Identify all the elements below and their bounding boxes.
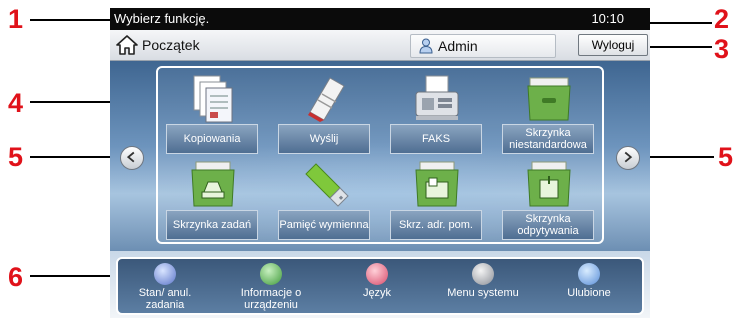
fax-icon xyxy=(415,75,459,120)
send-icon xyxy=(308,77,345,122)
polling-box-icon xyxy=(527,161,571,207)
usb-memory-icon xyxy=(305,163,349,207)
callout-line-5-right xyxy=(650,156,714,158)
callout-line-3 xyxy=(646,46,712,48)
language-icon xyxy=(366,263,388,285)
function-custom-box[interactable]: Skrzynka niestandardowa xyxy=(496,70,602,156)
function-panel: Kopiowania Wyślij FAKS Skrzynka niestand… xyxy=(156,66,604,244)
status-message: Wybierz funkcję. xyxy=(114,11,210,26)
status-time: 10:10 xyxy=(591,11,624,26)
header-bar: Początek Admin Wyloguj xyxy=(110,30,650,61)
device-info-icon xyxy=(260,263,282,285)
quick-language[interactable]: Język xyxy=(332,263,422,317)
scroll-right-button[interactable] xyxy=(616,146,640,170)
scroll-left-button[interactable] xyxy=(120,146,144,170)
user-icon xyxy=(419,38,433,54)
quick-label: Stan/ anul. zadania xyxy=(138,287,192,311)
callout-1: 1 xyxy=(8,4,24,34)
copy-icon xyxy=(193,75,233,123)
function-subaddress-box[interactable]: Skrz. adr. pom. xyxy=(384,156,490,242)
main-area: Kopiowania Wyślij FAKS Skrzynka niestand… xyxy=(110,61,650,251)
quick-bar: Stan/ anul. zadania Informacje o urządze… xyxy=(116,257,644,315)
function-copy[interactable]: Kopiowania xyxy=(160,70,266,156)
function-label: Skrzynka odpytywania xyxy=(502,210,594,240)
status-bar: Wybierz funkcję. 10:10 xyxy=(110,8,650,30)
function-label: FAKS xyxy=(390,124,482,154)
callout-line-6 xyxy=(30,275,120,277)
quick-device-info[interactable]: Informacje o urządzeniu xyxy=(226,263,316,317)
function-send[interactable]: Wyślij xyxy=(272,70,378,156)
home-icon xyxy=(116,35,138,55)
job-box-icon xyxy=(191,161,235,207)
login-user-display: Admin xyxy=(410,34,556,58)
quick-label: Menu systemu xyxy=(447,287,519,299)
status-icon xyxy=(154,263,176,285)
callout-line-5-left xyxy=(30,156,122,158)
callout-5-right: 5 xyxy=(718,142,734,172)
callout-4: 4 xyxy=(8,88,24,118)
chevron-right-icon xyxy=(624,151,633,163)
subaddress-box-icon xyxy=(415,161,459,207)
quick-label: Język xyxy=(362,287,392,299)
device-screen: Wybierz funkcję. 10:10 Początek Admin Wy… xyxy=(110,8,650,318)
function-label: Skrzynka zadań xyxy=(166,210,258,240)
home-label: Początek xyxy=(142,37,200,53)
callout-6: 6 xyxy=(8,262,24,292)
system-menu-icon xyxy=(472,263,494,285)
callout-3: 3 xyxy=(714,34,730,64)
callout-line-1 xyxy=(30,19,120,21)
function-label: Kopiowania xyxy=(166,124,258,154)
function-fax[interactable]: FAKS xyxy=(384,70,490,156)
home-button[interactable]: Początek xyxy=(110,30,220,60)
function-label: Skrz. adr. pom. xyxy=(390,210,482,240)
quick-status-job-cancel[interactable]: Stan/ anul. zadania xyxy=(120,263,210,317)
callout-2: 2 xyxy=(714,4,730,34)
quick-bar-area: Stan/ anul. zadania Informacje o urządze… xyxy=(110,251,650,318)
custom-box-icon xyxy=(527,77,571,121)
logout-button[interactable]: Wyloguj xyxy=(578,34,648,56)
function-removable-memory[interactable]: Pamięć wymienna xyxy=(272,156,378,242)
callout-5-left: 5 xyxy=(8,142,24,172)
function-label: Wyślij xyxy=(278,124,370,154)
function-label: Skrzynka niestandardowa xyxy=(502,124,594,154)
function-job-box[interactable]: Skrzynka zadań xyxy=(160,156,266,242)
quick-favorites[interactable]: Ulubione xyxy=(544,263,634,317)
function-label: Pamięć wymienna xyxy=(278,210,370,240)
user-name: Admin xyxy=(438,38,478,54)
quick-label: Informacje o urządzeniu xyxy=(240,287,302,311)
quick-system-menu[interactable]: Menu systemu xyxy=(438,263,528,317)
quick-label: Ulubione xyxy=(567,287,611,299)
chevron-left-icon xyxy=(126,151,135,163)
function-polling-box[interactable]: Skrzynka odpytywania xyxy=(496,156,602,242)
favorites-icon xyxy=(578,263,600,285)
